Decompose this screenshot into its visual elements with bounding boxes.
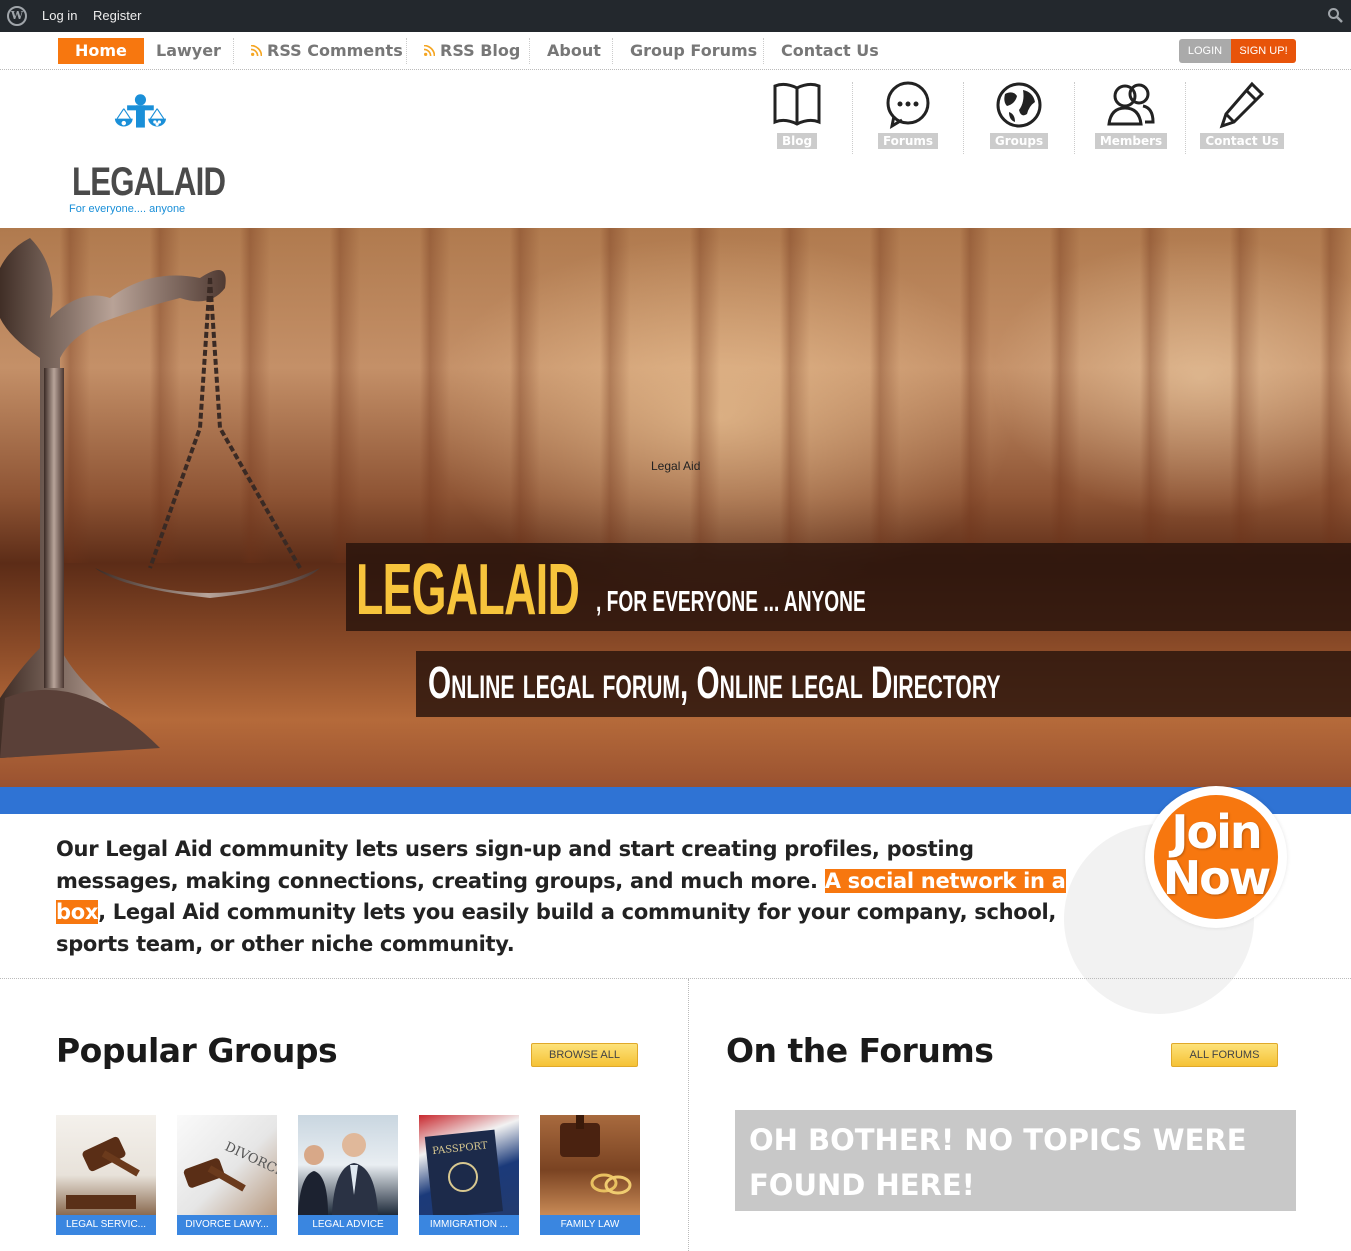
businessmen-image (298, 1133, 378, 1215)
group-thumbnail[interactable]: PASSPORT (419, 1115, 519, 1215)
divider (963, 82, 964, 154)
iconnav-groups-label: Groups (989, 133, 1049, 149)
section-divider (0, 978, 1351, 979)
iconnav-blog[interactable]: Blog (752, 80, 842, 158)
group-item[interactable]: LEGAL ADVICE (298, 1115, 398, 1235)
all-forums-button[interactable]: ALL FORUMS (1171, 1043, 1278, 1067)
iconnav-groups[interactable]: Groups (974, 80, 1064, 158)
globe-icon (996, 82, 1042, 128)
chat-bubble-icon (886, 81, 930, 130)
iconnav-contact[interactable]: Contact Us (1197, 80, 1287, 158)
nav-about-label: About (547, 41, 601, 60)
gavel-icon: DIVORCE (183, 1139, 277, 1192)
column-divider (688, 979, 689, 1251)
register-link[interactable]: Register (93, 8, 141, 23)
nav-about[interactable]: About (529, 38, 618, 64)
signup-button[interactable]: SIGN UP! (1231, 39, 1296, 63)
book-icon (773, 82, 821, 126)
admin-bar: W Log in Register (0, 0, 1351, 32)
group-caption[interactable]: FAMILY LAW (540, 1215, 640, 1235)
nav-home-label: Home (75, 41, 127, 60)
scales-of-justice-image (0, 238, 320, 758)
gavel-icon (66, 1136, 140, 1209)
join-now-button[interactable]: Join Now (1145, 786, 1287, 928)
nav-home[interactable]: Home (58, 38, 144, 64)
group-item[interactable]: DIVORCE DIVORCE LAWY... (177, 1115, 277, 1235)
login-link[interactable]: Log in (42, 8, 77, 23)
hero-tagline: Online legal forum, Online legal Directo… (428, 657, 1001, 708)
hero-subtitle: , FOR EVERYONE ... ANYONE (596, 586, 866, 618)
divider (1074, 82, 1075, 154)
members-icon (1107, 83, 1155, 126)
group-thumbnail[interactable]: DIVORCE (177, 1115, 277, 1215)
pencil-icon (1219, 81, 1265, 129)
group-item[interactable]: PASSPORT IMMIGRATION ... (419, 1115, 519, 1235)
passport-image: PASSPORT (424, 1129, 503, 1215)
logo-tagline: For everyone.... anyone (69, 203, 186, 215)
divider (852, 82, 853, 154)
svg-text:DIVORCE: DIVORCE (222, 1139, 277, 1180)
login-button[interactable]: LOGIN (1179, 39, 1231, 63)
hero-banner: Legal Aid LEGALAID , FOR EVERYONE ... AN… (0, 228, 1351, 787)
nav-lawyer[interactable]: Lawyer (139, 38, 238, 64)
wordpress-icon[interactable]: W (7, 6, 27, 26)
search-icon[interactable] (1327, 7, 1343, 23)
logo-wordmark[interactable]: LEGALAID (72, 160, 226, 205)
nav-group-forums-label: Group Forums (630, 41, 758, 60)
intro-text-end: , Legal Aid community lets you easily bu… (56, 900, 1057, 956)
rss-icon (424, 45, 435, 56)
popular-groups-title: Popular Groups (56, 1031, 338, 1070)
group-caption[interactable]: DIVORCE LAWY... (177, 1215, 277, 1235)
nav-lawyer-label: Lawyer (156, 41, 221, 60)
group-thumbnail[interactable] (540, 1115, 640, 1215)
group-caption[interactable]: IMMIGRATION ... (419, 1215, 519, 1235)
divider (1185, 82, 1186, 154)
group-item[interactable]: LEGAL SERVIC... (56, 1115, 156, 1235)
join-now-badge: Join Now (1154, 795, 1278, 919)
group-thumbnail[interactable] (56, 1115, 156, 1215)
now-label: Now (1162, 851, 1272, 905)
nav-rss-comments[interactable]: RSS Comments (233, 38, 420, 64)
nav-rss-blog[interactable]: RSS Blog (406, 38, 537, 64)
rss-icon (251, 45, 262, 56)
hero-title: LEGALAID (356, 550, 580, 630)
nav-rss-comments-label: RSS Comments (267, 41, 403, 60)
no-topics-message: OH BOTHER! NO TOPICS WERE FOUND HERE! (735, 1110, 1296, 1211)
nav-contact-us-label: Contact Us (781, 41, 879, 60)
group-caption[interactable]: LEGAL SERVIC... (56, 1215, 156, 1235)
iconnav-contact-label: Contact Us (1200, 133, 1284, 149)
forums-title: On the Forums (726, 1031, 994, 1070)
iconnav-blog-label: Blog (776, 133, 818, 149)
nav-rss-blog-label: RSS Blog (440, 41, 521, 60)
iconnav-forums-label: Forums (877, 133, 939, 149)
group-thumbnail[interactable] (298, 1115, 398, 1215)
iconnav-forums[interactable]: Forums (863, 80, 953, 158)
hero-caption: Legal Aid (651, 459, 701, 473)
group-item[interactable]: FAMILY LAW (540, 1115, 640, 1235)
nav-group-forums[interactable]: Group Forums (612, 38, 774, 64)
logo-scales-icon[interactable] (66, 92, 226, 162)
iconnav-members-label: Members (1094, 133, 1168, 149)
rings-icon (560, 1115, 632, 1195)
intro-text: Our Legal Aid community lets users sign-… (56, 834, 1071, 960)
iconnav-members[interactable]: Members (1086, 80, 1176, 158)
browse-all-button[interactable]: BROWSE ALL (531, 1043, 638, 1067)
group-caption[interactable]: LEGAL ADVICE (298, 1215, 398, 1235)
main-navigation: Home Lawyer RSS Comments RSS Blog About … (0, 32, 1351, 70)
hero-blue-bar (0, 787, 1351, 814)
nav-contact-us[interactable]: Contact Us (763, 38, 896, 64)
